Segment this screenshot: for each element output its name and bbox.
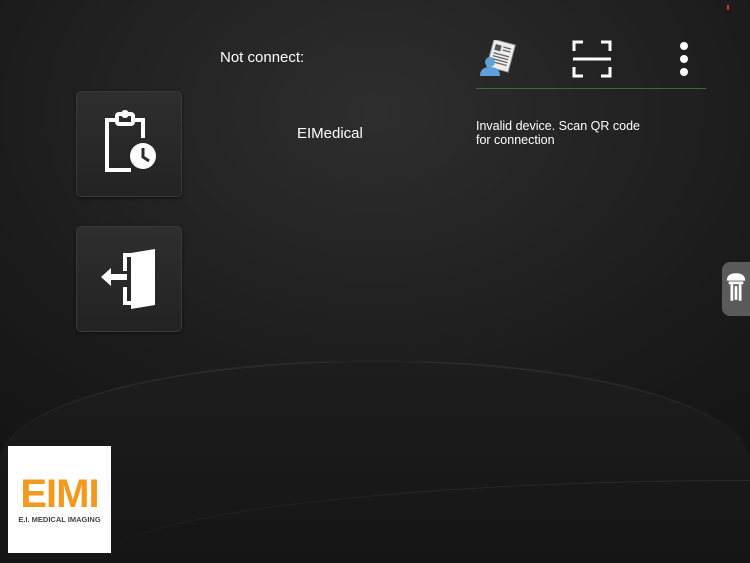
exit-door-icon xyxy=(97,245,161,314)
more-menu-icon[interactable] xyxy=(678,42,690,83)
device-message: Invalid device. Scan QR code for connect… xyxy=(476,119,640,147)
clipboard-clock-icon xyxy=(101,109,157,179)
patient-record-icon[interactable] xyxy=(478,38,518,83)
probe-icon xyxy=(725,270,747,309)
logo-subtitle: E.I. MEDICAL IMAGING xyxy=(18,515,101,524)
status-indicator xyxy=(727,5,729,10)
exit-tile-button[interactable] xyxy=(76,226,182,332)
device-name: EIMedical xyxy=(297,125,363,142)
connection-status: Not connect: xyxy=(220,49,305,66)
logo-mark: EIMI xyxy=(20,472,99,516)
company-logo: EIMI E.I. MEDICAL IMAGING xyxy=(8,446,111,553)
history-tile-button[interactable] xyxy=(76,91,182,197)
side-panel-toggle[interactable] xyxy=(722,262,750,316)
toolbar-divider xyxy=(476,88,706,89)
qr-scan-icon[interactable] xyxy=(572,40,612,83)
